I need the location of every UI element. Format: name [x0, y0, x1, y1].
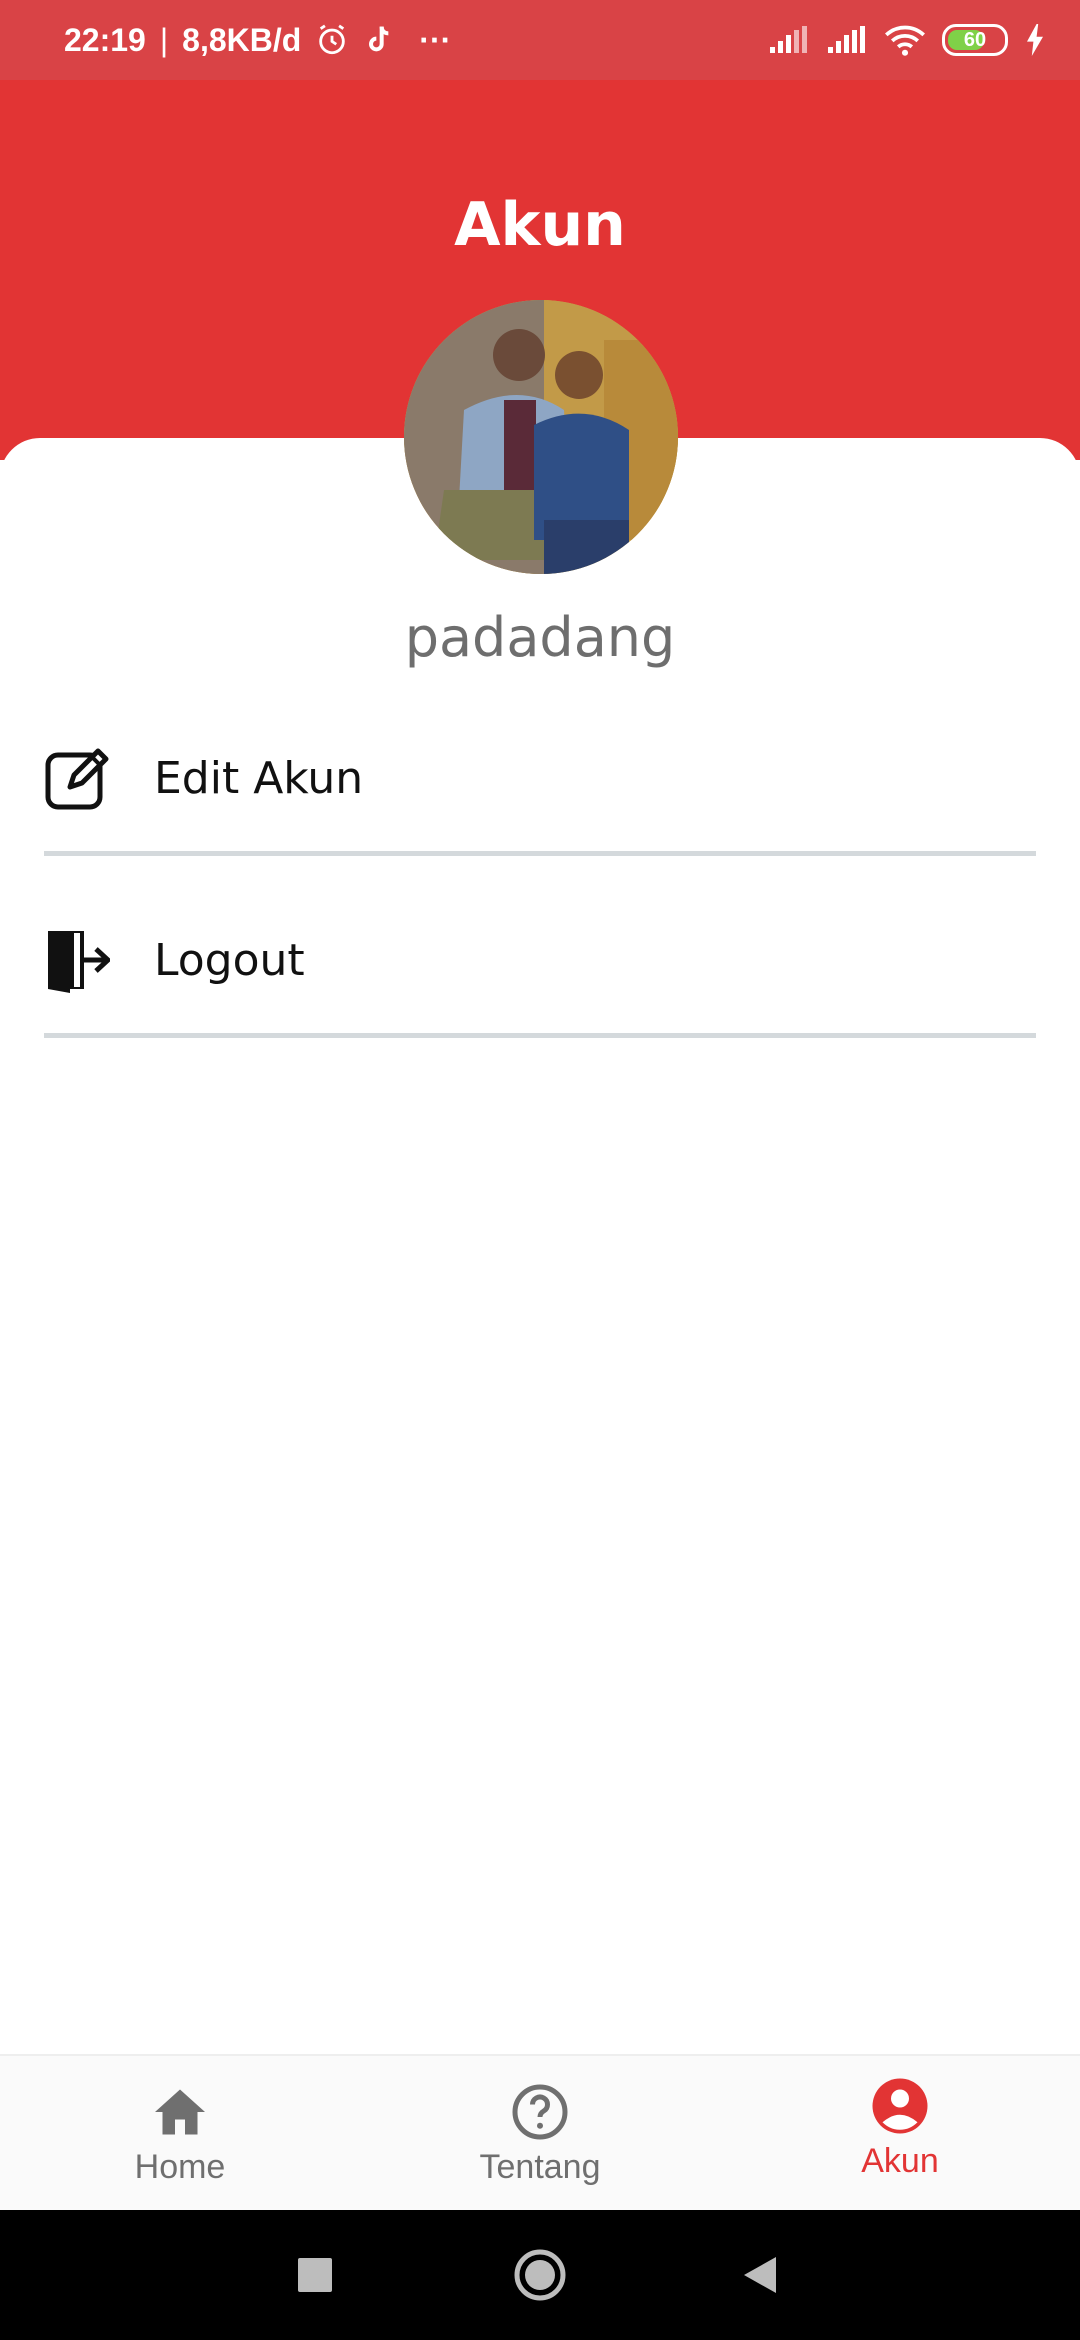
wifi-icon [885, 25, 925, 56]
avatar[interactable] [404, 300, 678, 574]
divider [44, 851, 1036, 856]
battery-icon: 60 [942, 24, 1008, 56]
tiktok-icon [369, 26, 389, 52]
page-title: Akun [454, 190, 626, 260]
content-sheet [0, 438, 1080, 2058]
square-icon [298, 2258, 332, 2292]
divider [44, 1033, 1036, 1038]
nav-home[interactable]: Home [0, 2056, 360, 2212]
status-right: 60 [768, 0, 1046, 80]
status-net-speed: 8,8KB/d [182, 21, 302, 58]
logout-item[interactable]: Logout [44, 900, 1036, 1020]
logout-label: Logout [154, 934, 305, 986]
recents-button[interactable] [265, 2210, 365, 2340]
edit-account-item[interactable]: Edit Akun [44, 718, 1036, 838]
home-system-button[interactable] [490, 2210, 590, 2340]
username: padadang [404, 606, 676, 669]
signal-icon [770, 26, 807, 53]
nav-akun[interactable]: Akun [720, 2056, 1080, 2212]
signal-icon [828, 26, 865, 53]
nav-tentang[interactable]: Tentang [360, 2056, 720, 2212]
battery-level: 60 [963, 28, 987, 51]
status-bar: 22:19 | 8,8KB/d ··· 60 [0, 0, 1080, 80]
back-triangle-icon [744, 2257, 776, 2293]
system-nav-bar [0, 2210, 1080, 2340]
nav-home-label: Home [134, 2148, 226, 2186]
profile-photo [404, 300, 678, 574]
bottom-nav: Home Tentang Akun [0, 2054, 1080, 2212]
charging-icon [1027, 24, 1043, 56]
nav-tentang-label: Tentang [479, 2148, 601, 2186]
edit-account-label: Edit Akun [154, 752, 364, 804]
account-circle-icon [872, 2078, 928, 2134]
logout-icon [48, 931, 110, 993]
home-icon [155, 2089, 205, 2135]
edit-icon [45, 748, 109, 810]
circle-icon [514, 2249, 566, 2301]
back-button[interactable] [710, 2210, 810, 2340]
status-more: ··· [419, 21, 452, 58]
status-time: 22:19 [64, 21, 146, 58]
nav-akun-label: Akun [861, 2142, 939, 2180]
status-left: 22:19 | 8,8KB/d ··· [64, 0, 451, 80]
alarm-icon [319, 24, 346, 55]
help-circle-icon [512, 2084, 568, 2140]
status-separator: | [159, 21, 169, 58]
